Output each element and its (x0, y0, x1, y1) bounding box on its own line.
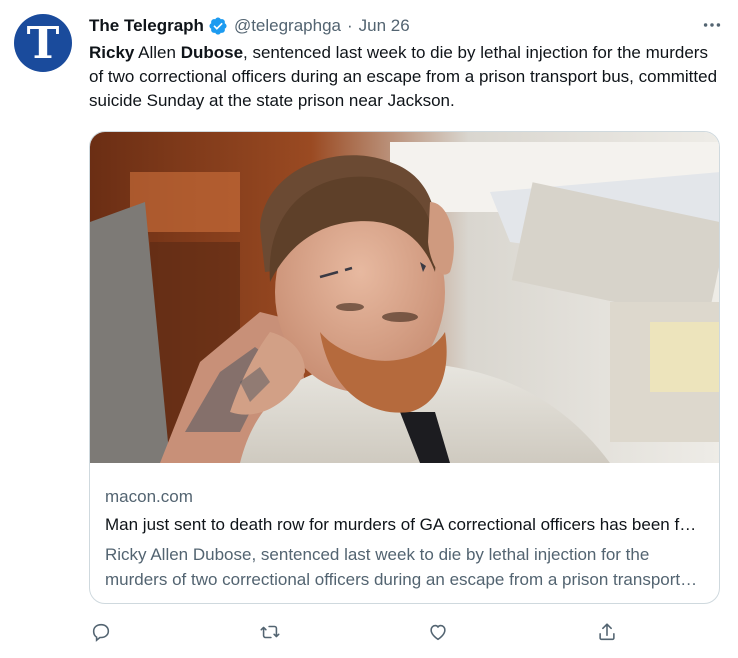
avatar[interactable]: T (14, 14, 72, 72)
reply-icon[interactable] (89, 620, 113, 644)
card-image[interactable] (90, 132, 719, 463)
handle[interactable]: @telegraphga (234, 16, 341, 36)
heart-icon[interactable] (426, 620, 450, 644)
tweet-text-segment: Allen (134, 43, 181, 62)
card-description: Ricky Allen Dubose, sentenced last week … (105, 545, 681, 589)
separator-dot: · (347, 16, 353, 35)
tweet-text-bold-segment: Ricky (89, 43, 135, 62)
verified-badge-icon (208, 16, 228, 36)
display-name[interactable]: The Telegraph (89, 16, 204, 36)
link-card[interactable]: macon.com Man just sent to death row for… (89, 131, 720, 604)
tweet-date[interactable]: Jun 26 (359, 16, 410, 36)
avatar-letter: T (26, 18, 60, 69)
card-body: macon.com Man just sent to death row for… (105, 486, 705, 592)
tweet-actions (89, 620, 719, 644)
more-options-icon[interactable] (699, 12, 725, 38)
card-title[interactable]: Man just sent to death row for murders o… (105, 514, 705, 536)
retweet-icon[interactable] (258, 620, 282, 644)
tweet-header: The Telegraph @telegraphga · Jun 26 (89, 14, 725, 38)
tweet-text-bold-segment: Dubose (180, 43, 244, 62)
card-domain: macon.com (105, 487, 193, 506)
tweet-text: Ricky Allen Dubose, sentenced last week … (89, 41, 725, 113)
share-icon[interactable] (595, 620, 619, 644)
